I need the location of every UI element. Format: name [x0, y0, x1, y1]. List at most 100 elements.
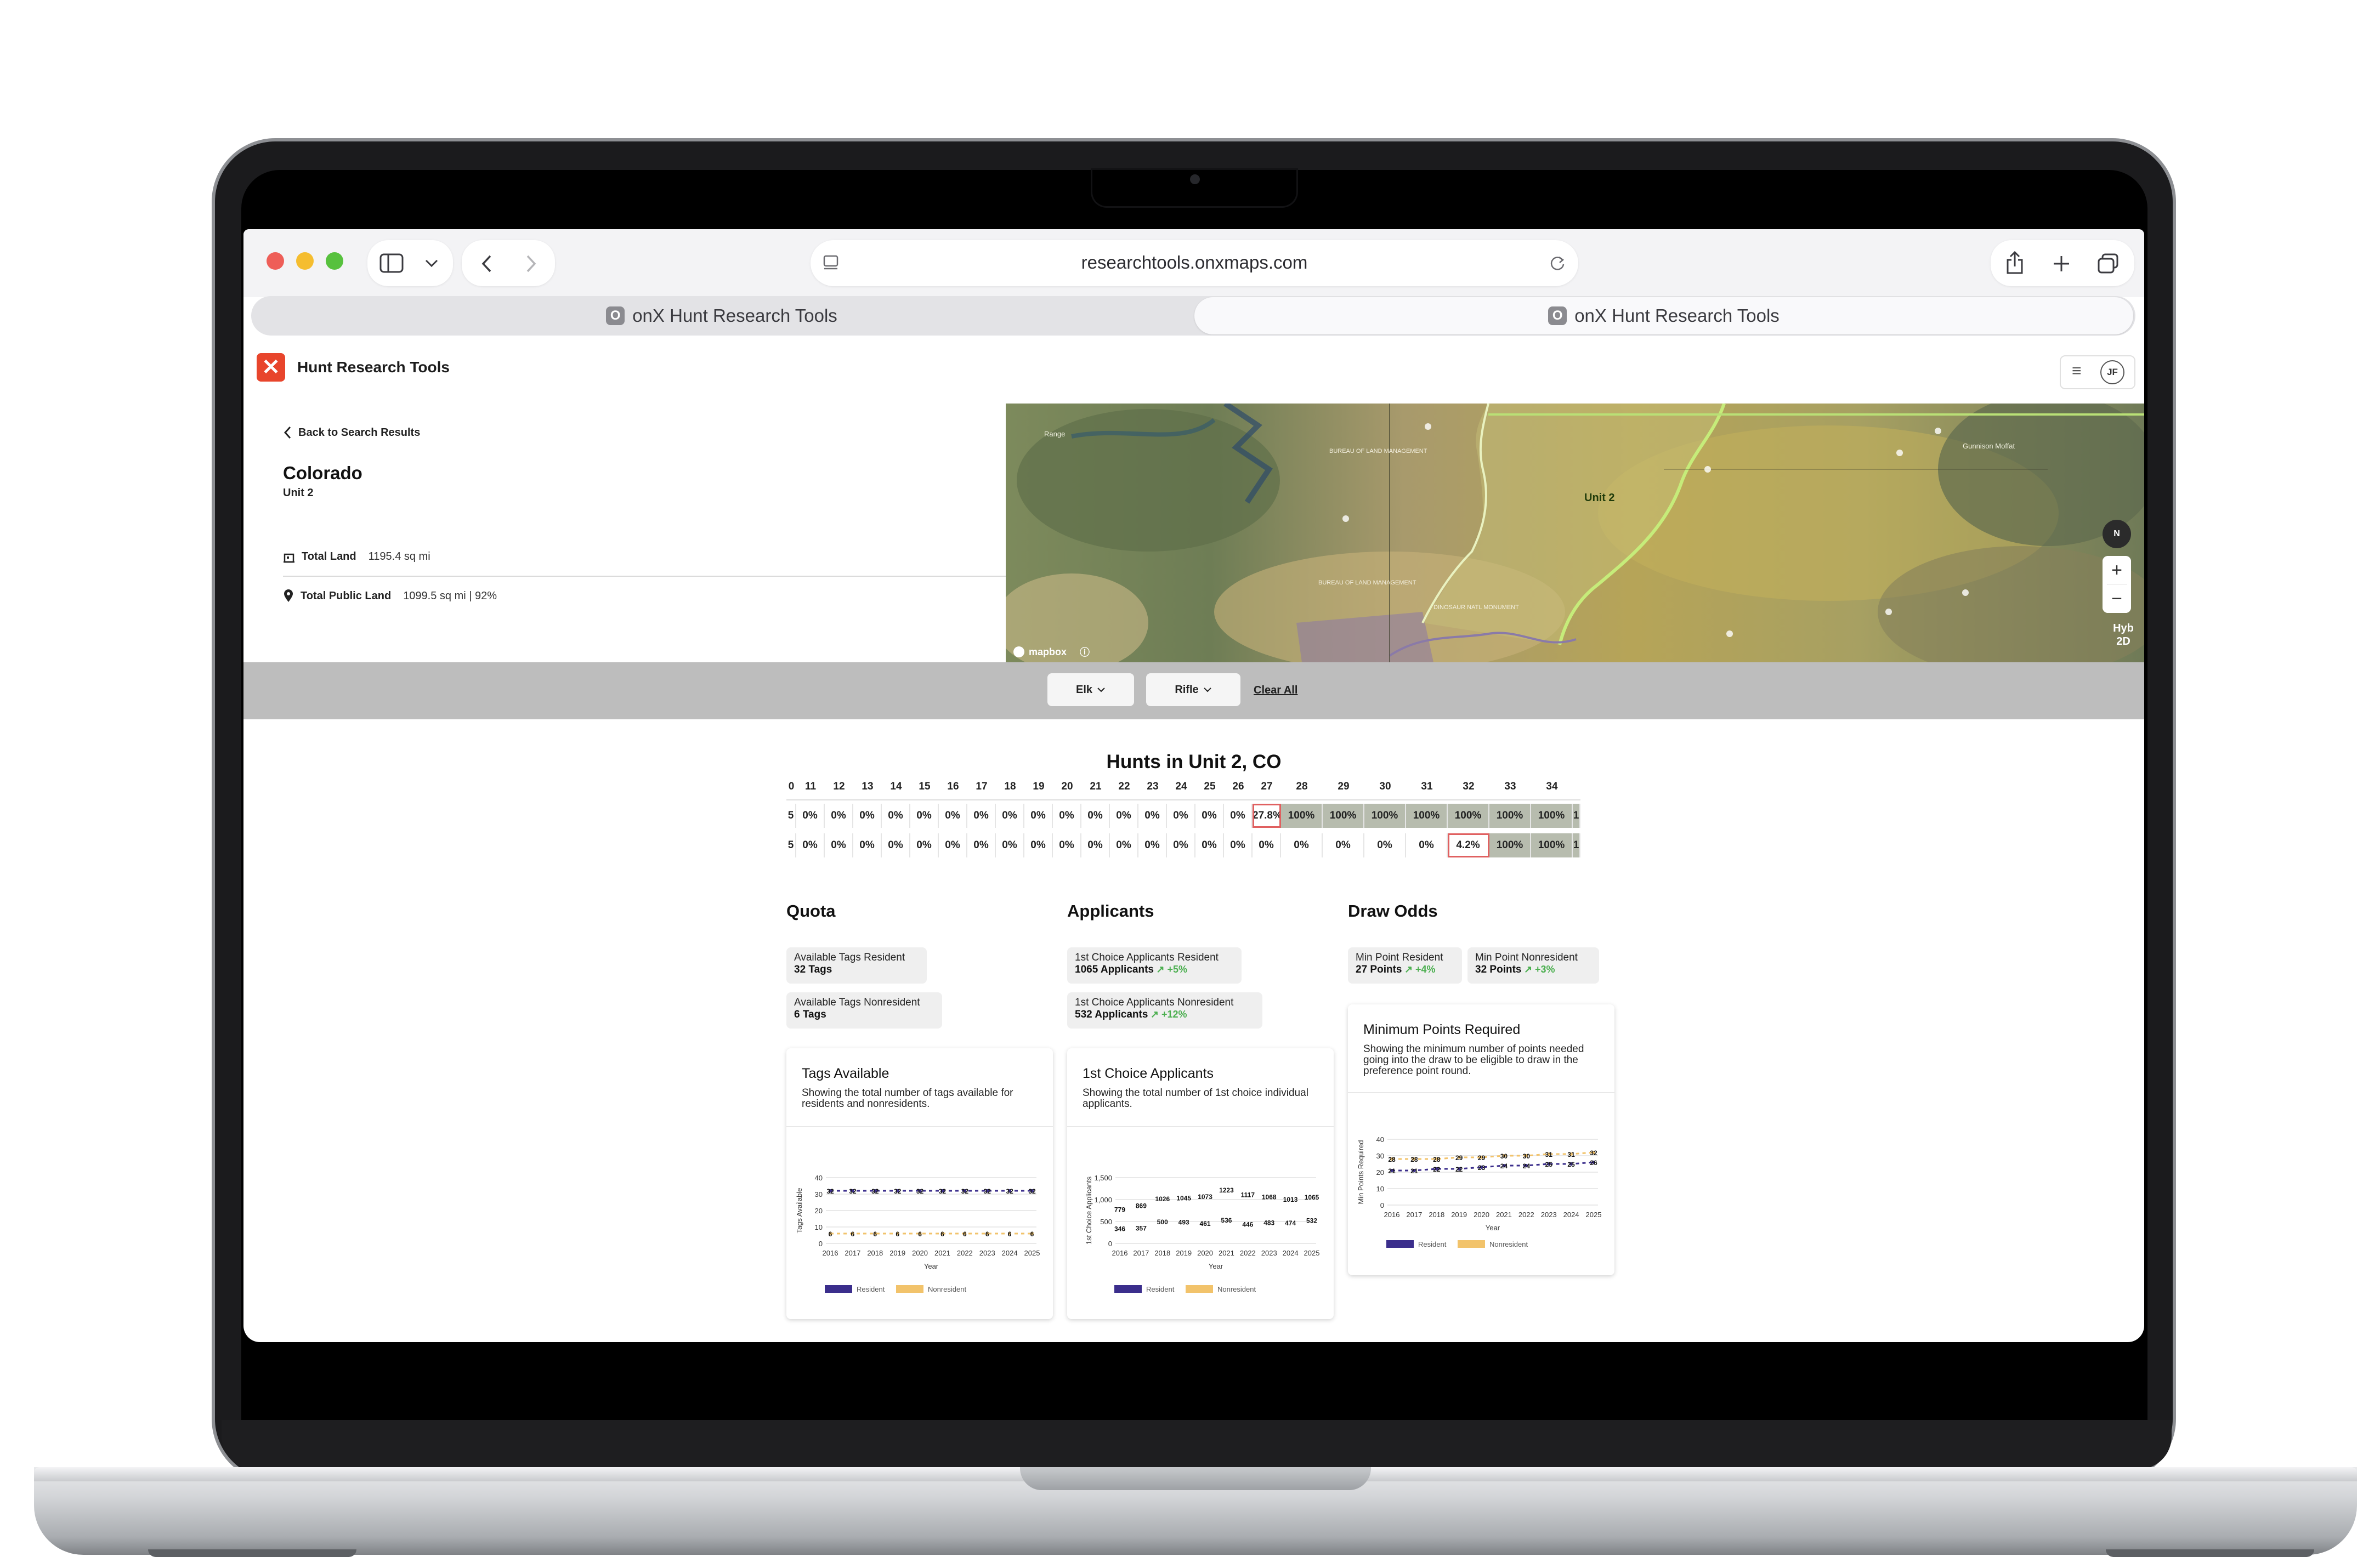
hunt-odds-cell[interactable]: 0% — [1224, 833, 1253, 857]
map-canvas[interactable]: Unit 2 BUREAU OF LAND MANAGEMENT BUREAU … — [1006, 404, 2144, 662]
data-label: 461 — [1200, 1220, 1211, 1228]
satellite-map[interactable]: Unit 2 BUREAU OF LAND MANAGEMENT BUREAU … — [1006, 404, 2144, 662]
hunt-odds-cell[interactable]: 0% — [796, 833, 825, 857]
back-arrow-icon[interactable] — [480, 254, 494, 273]
sidebar-toggle-group[interactable] — [367, 240, 453, 286]
compass-button[interactable]: N — [2103, 520, 2131, 548]
zoom-in-button[interactable]: + — [2103, 556, 2131, 584]
data-label: 32 — [1006, 1188, 1013, 1195]
hunt-odds-cell[interactable]: 0% — [1364, 833, 1406, 857]
hunt-odds-cell[interactable]: 100% — [1489, 804, 1531, 828]
clear-all-link[interactable]: Clear All — [1254, 684, 1297, 697]
hunt-odds-cell[interactable]: 0% — [910, 804, 939, 828]
hunt-odds-cell[interactable]: 100% — [1448, 804, 1489, 828]
onx-logo-icon[interactable]: ✕ — [257, 353, 285, 382]
tab-active[interactable]: O onX Hunt Research Tools — [1194, 297, 2133, 334]
weapon-dropdown[interactable]: Rifle — [1146, 673, 1240, 706]
zoom-window-button[interactable] — [326, 252, 343, 270]
hunt-odds-cell[interactable]: 0% — [853, 833, 882, 857]
y-axis-label: Tags Available — [795, 1188, 803, 1234]
hunt-odds-cell[interactable]: 0% — [853, 804, 882, 828]
hunt-odds-cell[interactable]: 0% — [1138, 804, 1167, 828]
hunt-odds-cell[interactable]: 0% — [1167, 804, 1195, 828]
species-dropdown[interactable]: Elk — [1047, 673, 1134, 706]
data-label: 30 — [1500, 1152, 1508, 1160]
hunt-odds-cell[interactable]: 0% — [996, 804, 1024, 828]
hunt-odds-cell[interactable]: 0% — [1024, 833, 1053, 857]
mapbox-attribution[interactable]: mapbox ⓘ — [1013, 645, 1090, 659]
hunt-odds-cell[interactable]: 5 — [786, 804, 796, 828]
legend-swatch — [896, 1285, 923, 1293]
back-to-results-link[interactable]: Back to Search Results — [283, 425, 420, 440]
tab-title: onX Hunt Research Tools — [1574, 305, 1780, 326]
stat-label: 1st Choice Applicants Nonresident — [1075, 997, 1234, 1008]
share-icon[interactable] — [2005, 250, 2025, 275]
map-label-blm-1: BUREAU OF LAND MANAGEMENT — [1329, 448, 1427, 455]
hunt-odds-cell[interactable]: 0% — [939, 833, 967, 857]
hunt-odds-cell[interactable]: 0% — [967, 833, 996, 857]
hunt-odds-cell[interactable]: 100% — [1281, 804, 1323, 828]
hunt-odds-cell[interactable]: 0% — [1406, 833, 1448, 857]
hunt-odds-cell[interactable]: 0% — [967, 804, 996, 828]
hunt-odds-cell[interactable]: 0% — [1081, 804, 1110, 828]
hunt-odds-cell[interactable]: 100% — [1531, 804, 1573, 828]
legend-swatch — [825, 1285, 852, 1293]
hunt-odds-cell[interactable]: 0% — [796, 804, 825, 828]
new-tab-icon[interactable] — [2052, 254, 2071, 273]
hunt-odds-cell[interactable]: 0% — [882, 833, 910, 857]
zoom-controls: + − — [2103, 556, 2131, 613]
x-tick-label: 2024 — [1283, 1249, 1299, 1257]
hunt-odds-cell[interactable]: 0% — [1195, 804, 1224, 828]
close-window-button[interactable] — [267, 252, 284, 270]
hunt-odds-cell[interactable]: 4.2% — [1448, 833, 1489, 857]
sidebar-icon[interactable] — [379, 253, 404, 273]
hunt-odds-cell[interactable]: 0% — [1053, 833, 1081, 857]
chevron-down-icon[interactable] — [424, 259, 439, 268]
reload-icon[interactable] — [1549, 254, 1566, 272]
hunt-odds-cell[interactable]: 0% — [882, 804, 910, 828]
hunt-odds-cell[interactable]: 0% — [825, 804, 853, 828]
hunt-odds-cell[interactable]: 5 — [786, 833, 796, 857]
hunt-odds-cell[interactable]: 0% — [1281, 833, 1323, 857]
data-label: 32 — [1590, 1149, 1597, 1157]
hunt-odds-cell[interactable]: 0% — [1053, 804, 1081, 828]
hunt-odds-cell[interactable]: 0% — [1110, 833, 1138, 857]
hunt-odds-cell[interactable]: 100% — [1406, 804, 1448, 828]
hunt-odds-cell[interactable]: 0% — [1138, 833, 1167, 857]
hamburger-icon: ≡ — [2072, 362, 2082, 380]
address-bar[interactable]: researchtools.onxmaps.com — [811, 240, 1578, 286]
x-tick-label: 2025 — [1304, 1249, 1320, 1257]
forward-arrow-icon[interactable] — [524, 254, 537, 273]
hunt-odds-cell[interactable]: 0% — [1323, 833, 1364, 857]
tab-inactive[interactable]: O onX Hunt Research Tools — [252, 297, 1191, 334]
user-menu-button[interactable]: ≡ JF — [2060, 355, 2135, 389]
zoom-out-button[interactable]: − — [2103, 584, 2131, 613]
hunt-odds-cell[interactable]: 0% — [1167, 833, 1195, 857]
hunt-odds-cell[interactable]: 0% — [910, 833, 939, 857]
chevron-down-icon — [1203, 688, 1211, 692]
hunt-odds-cell[interactable]: 100% — [1531, 833, 1573, 857]
layer-toggle[interactable]: Hyb 2D — [2107, 622, 2140, 650]
hunt-odds-cell[interactable]: 1 — [1573, 804, 1580, 828]
hunt-odds-cell[interactable]: 0% — [939, 804, 967, 828]
hunt-odds-cell[interactable]: 100% — [1489, 833, 1531, 857]
hunt-odds-cell[interactable]: 0% — [1195, 833, 1224, 857]
hunt-odds-cell[interactable]: 0% — [1224, 804, 1253, 828]
data-label: 22 — [1455, 1166, 1463, 1173]
hunt-odds-cell[interactable]: 0% — [1024, 804, 1053, 828]
info-icon[interactable]: ⓘ — [1080, 645, 1090, 659]
tags-available-card: Tags Available Showing the total number … — [786, 1048, 1053, 1319]
hunt-odds-cell[interactable]: 100% — [1364, 804, 1406, 828]
hunt-odds-cell[interactable]: 0% — [1110, 804, 1138, 828]
hunt-odds-cell[interactable]: 100% — [1323, 804, 1364, 828]
hunt-odds-cell[interactable]: 1 — [1573, 833, 1580, 857]
minimize-window-button[interactable] — [296, 252, 314, 270]
hunt-odds-cell[interactable]: 0% — [825, 833, 853, 857]
url-text: researchtools.onxmaps.com — [1081, 252, 1308, 272]
hunt-odds-cell[interactable]: 0% — [1253, 833, 1281, 857]
hunt-odds-cell[interactable]: 27.8% — [1253, 804, 1282, 828]
x-tick-label: 2021 — [1496, 1211, 1512, 1219]
tab-overview-icon[interactable] — [2097, 253, 2119, 274]
hunt-odds-cell[interactable]: 0% — [1081, 833, 1110, 857]
hunt-odds-cell[interactable]: 0% — [996, 833, 1024, 857]
